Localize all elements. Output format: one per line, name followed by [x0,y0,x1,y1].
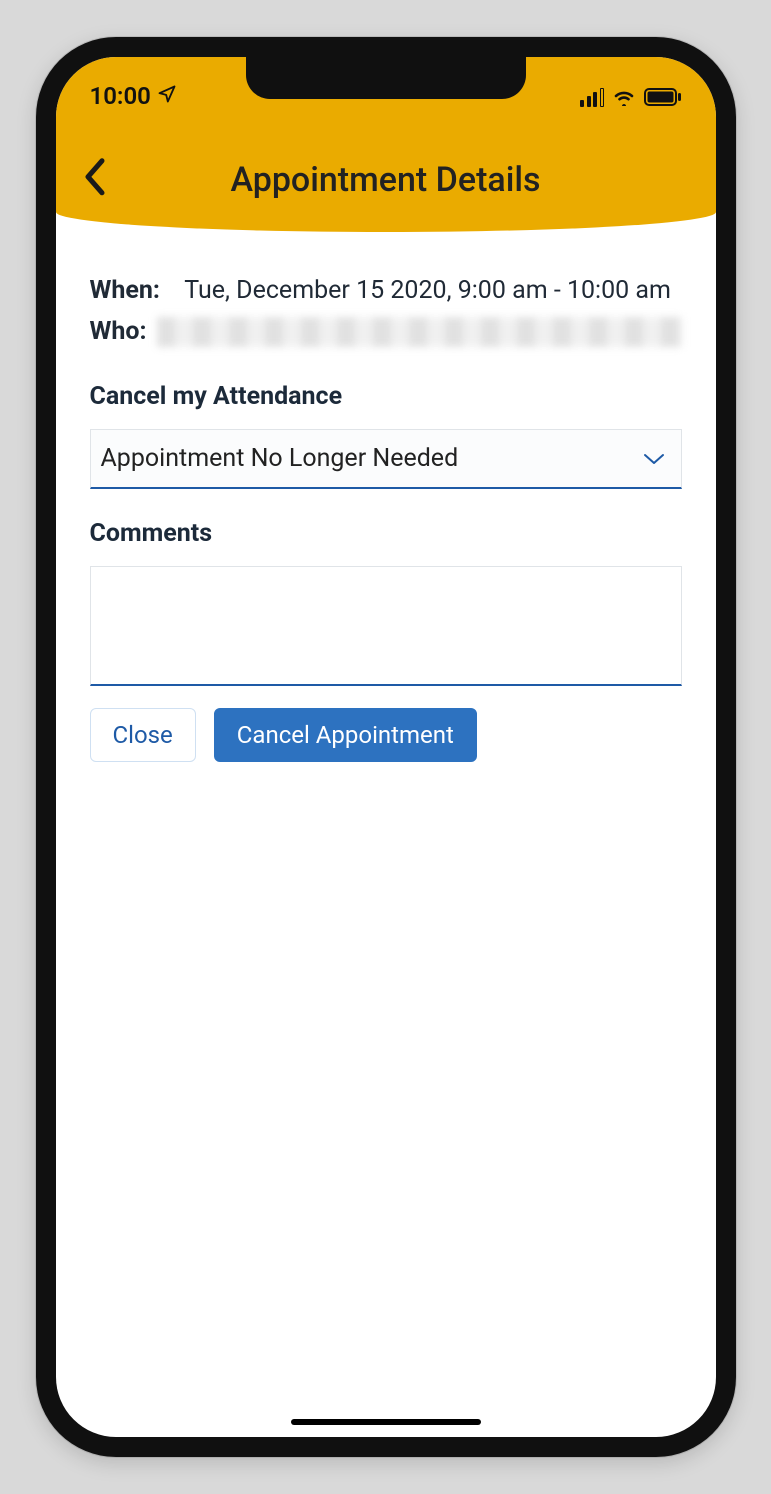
who-label: Who: [90,313,147,352]
battery-icon [644,84,682,112]
location-icon [157,82,177,110]
when-label: When: [90,276,160,305]
when-value: Tue, December 15 2020, 9:00 am - 10:00 a… [184,276,671,305]
status-time: 10:00 [90,82,151,110]
back-button[interactable] [82,156,110,196]
button-row: Close Cancel Appointment [90,708,682,762]
home-indicator[interactable] [291,1419,481,1425]
wifi-icon [612,84,636,112]
cancel-reason-select[interactable]: Appointment No Longer Needed [90,429,682,489]
comments-title: Comments [90,519,682,548]
cellular-signal-icon [580,89,604,107]
status-right [580,80,682,112]
cancel-attendance-title: Cancel my Attendance [90,382,682,411]
comments-input[interactable] [90,566,682,686]
device-notch [246,57,526,99]
nav-bar: Appointment Details [56,127,716,232]
who-line: Who: [90,313,682,352]
cancel-reason-selected: Appointment No Longer Needed [101,444,459,473]
content-area: When: Tue, December 15 2020, 9:00 am - 1… [56,232,716,762]
phone-screen: 10:00 [56,57,716,1437]
close-button[interactable]: Close [90,708,196,762]
chevron-down-icon [643,444,665,473]
phone-frame: 10:00 [36,37,736,1457]
status-left: 10:00 [90,82,177,110]
page-title: Appointment Details [230,160,540,200]
who-value-redacted [157,317,682,347]
when-line: When: Tue, December 15 2020, 9:00 am - 1… [90,272,682,311]
cancel-appointment-button[interactable]: Cancel Appointment [214,708,477,762]
